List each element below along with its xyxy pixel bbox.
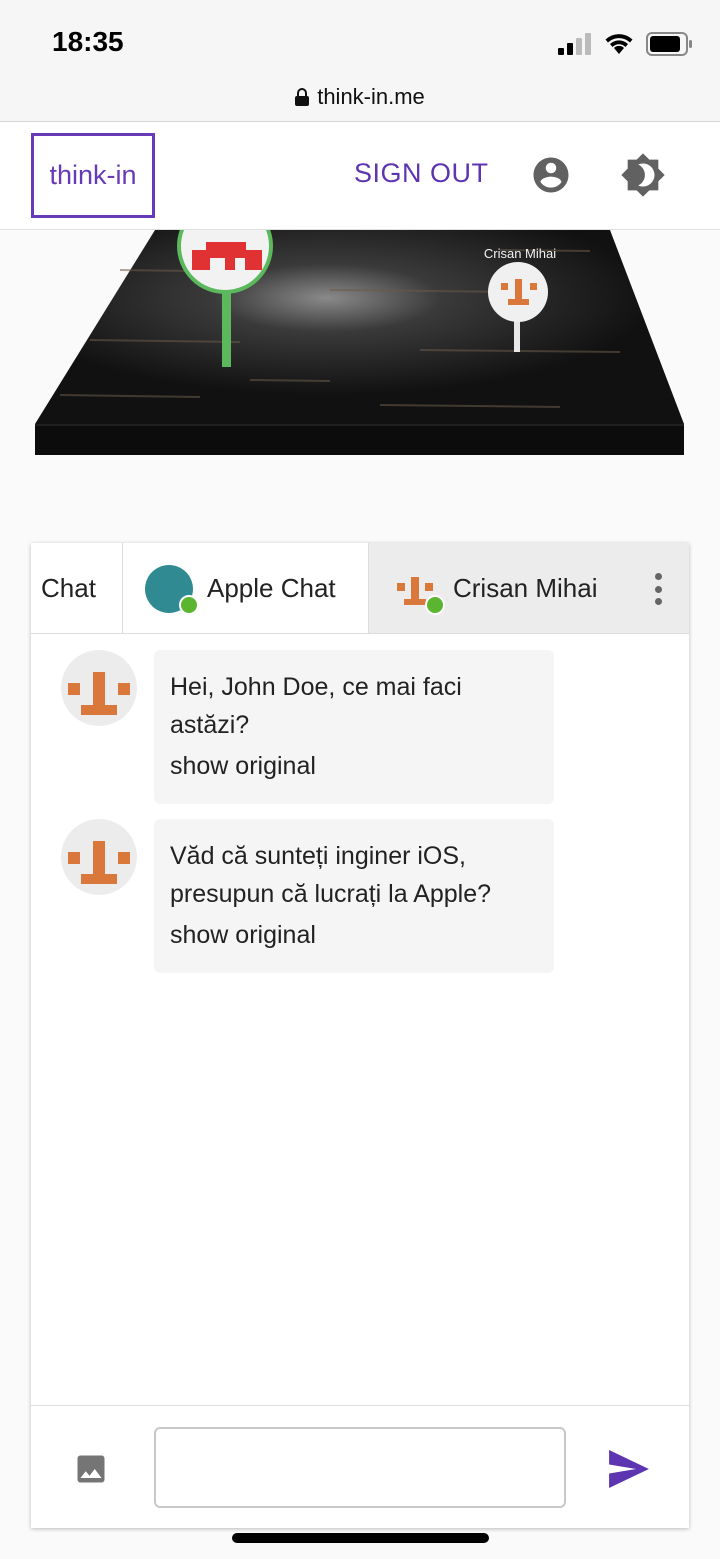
table-3d-view: Crisan Mihai [35,198,684,455]
sign-out-button[interactable]: SIGN OUT [354,158,489,189]
tab-label: Crisan Mihai [453,573,598,603]
message-input[interactable] [154,1427,566,1508]
online-indicator [425,594,445,615]
group-avatar [145,564,199,615]
status-icons [558,32,694,56]
tab-label: Chat [41,573,96,603]
signal-icon [558,33,591,55]
white-pin-stick [514,318,520,352]
message-text: Hei, John Doe, ce mai faci astăzi? [170,673,462,739]
send-button[interactable] [607,1450,651,1488]
sender-avatar [61,819,137,895]
url-domain: think-in.me [317,83,425,109]
send-icon [609,1450,649,1488]
pin-label: Crisan Mihai [484,246,556,261]
theme-toggle-button[interactable] [620,152,666,198]
tab-crisan-mihai[interactable]: Crisan Mihai [369,543,689,633]
table-scene[interactable]: Crisan Mihai [0,198,720,470]
wifi-icon [605,34,633,54]
show-original-link[interactable]: show original [170,915,538,955]
tab-chat[interactable]: Chat [31,543,123,633]
image-icon [77,1455,105,1483]
show-original-link[interactable]: show original [170,746,538,786]
brightness-icon [621,153,665,197]
more-vert-icon[interactable] [645,567,671,611]
message-bubble: Hei, John Doe, ce mai faci astăzi? show … [154,650,554,804]
logo-text: think-in [49,160,137,190]
logo[interactable]: think-in [31,133,155,218]
account-button[interactable] [530,154,572,196]
url-bar[interactable]: think-in.me [0,72,720,122]
message-list[interactable]: Hei, John Doe, ce mai faci astăzi? show … [31,635,689,1405]
user-avatar [391,564,445,615]
chat-tabs: Chat Apple Chat Crisan Mihai [31,543,689,634]
battery-icon [646,32,692,56]
account-circle-icon [533,157,569,193]
tab-label: Apple Chat [207,573,336,603]
attach-image-button[interactable] [73,1451,109,1487]
status-time: 18:35 [52,26,124,57]
online-indicator [179,594,199,615]
status-bar: 18:35 [0,0,720,72]
message-bubble: Văd că sunteți inginer iOS, presupun că … [154,819,554,973]
message-text: Văd că sunteți inginer iOS, presupun că … [170,842,492,908]
tab-apple-chat[interactable]: Apple Chat [123,543,369,633]
chat-card: Chat Apple Chat Crisan Mihai Hei, John D… [31,543,689,1528]
app-header: think-in SIGN OUT [0,122,720,230]
sender-avatar [61,650,137,726]
home-indicator[interactable] [232,1533,489,1543]
lock-icon [295,87,310,106]
message-composer [31,1405,689,1528]
